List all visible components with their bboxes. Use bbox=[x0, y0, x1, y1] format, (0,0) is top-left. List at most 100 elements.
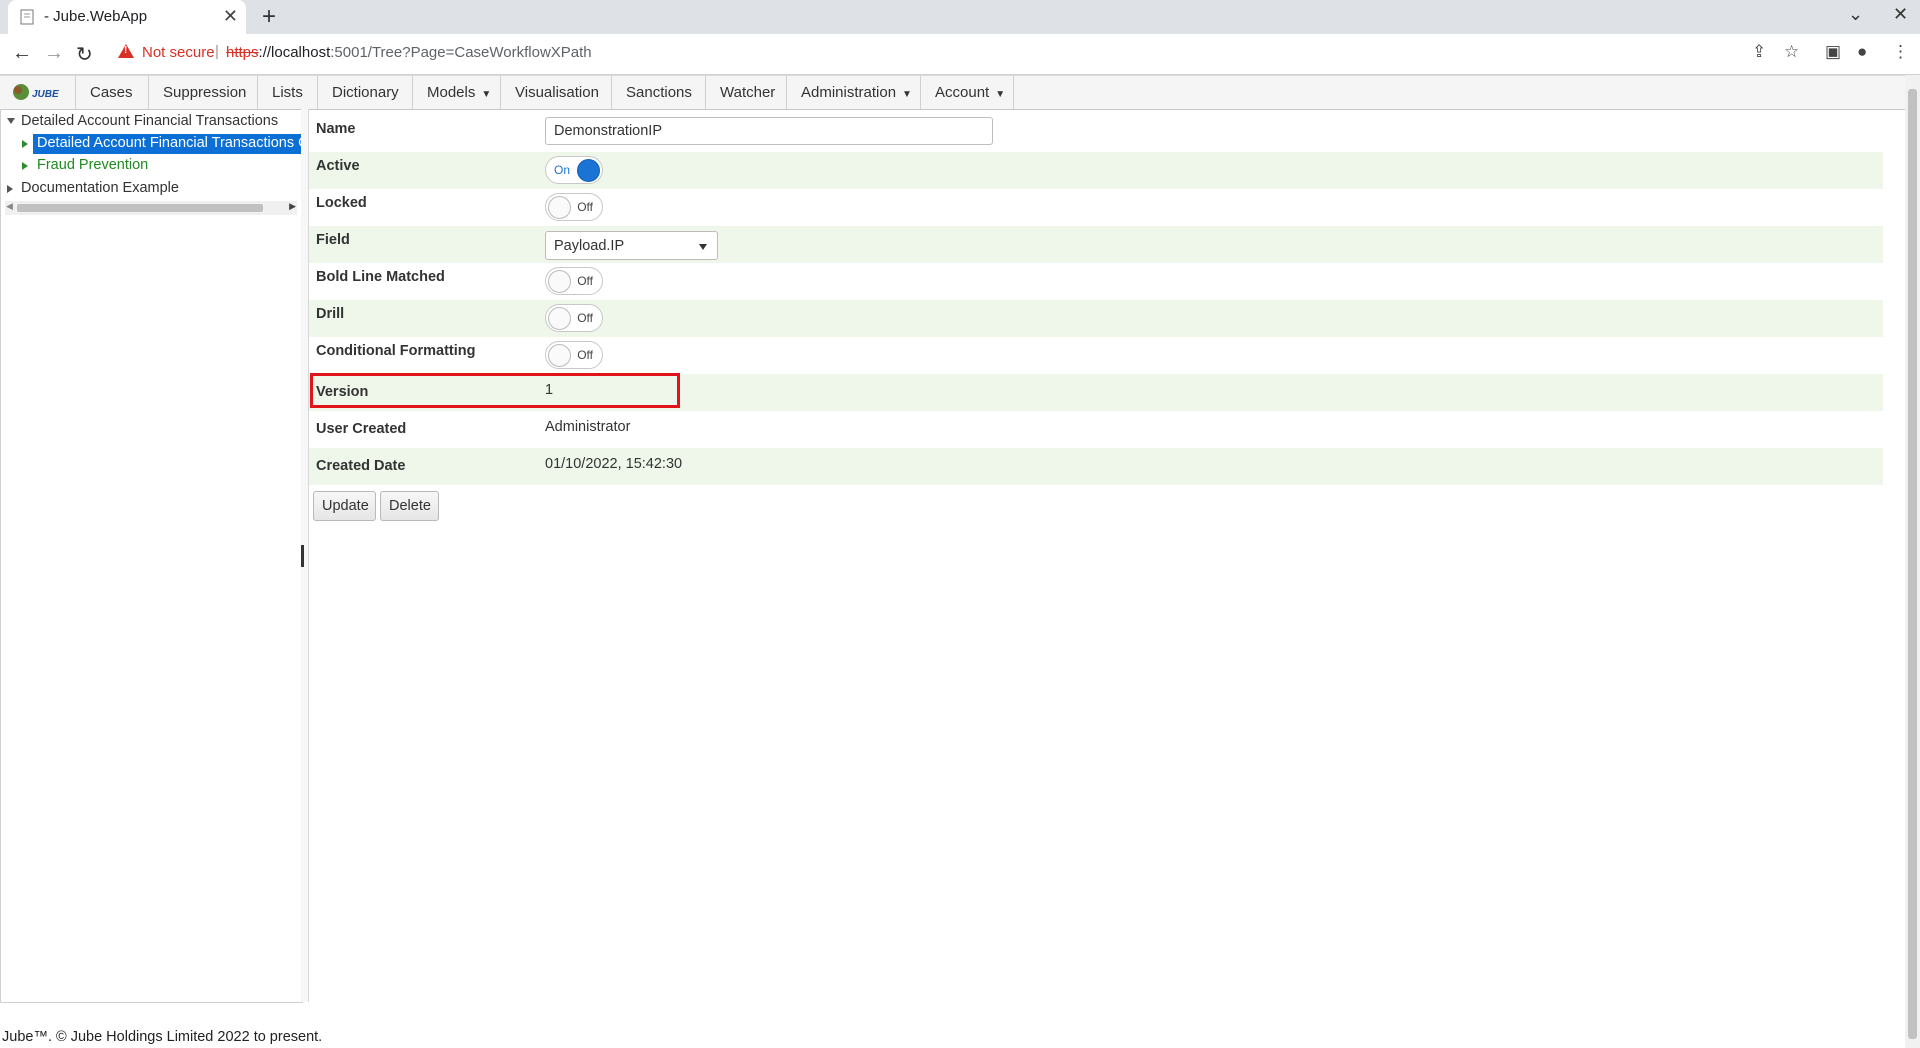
row-locked: Locked Off bbox=[309, 189, 1883, 226]
collapse-arrow-icon[interactable] bbox=[7, 185, 13, 193]
drill-toggle-label: Off bbox=[577, 311, 593, 325]
splitter-grip[interactable] bbox=[301, 545, 304, 567]
toggle-knob bbox=[548, 344, 571, 367]
menu-sanctions-label: Sanctions bbox=[626, 84, 692, 101]
active-toggle[interactable]: On bbox=[545, 156, 603, 184]
dropdown-caret-icon bbox=[699, 244, 707, 250]
menu-cases[interactable]: Cases bbox=[75, 76, 148, 109]
field-select-value: Payload.IP bbox=[554, 238, 625, 254]
browser-tab[interactable]: - Jube.WebApp ✕ bbox=[8, 0, 246, 34]
footer-copyright: Jube™. © Jube Holdings Limited 2022 to p… bbox=[2, 1029, 323, 1045]
bold-toggle-label: Off bbox=[577, 274, 593, 288]
not-secure-label: Not secure bbox=[142, 44, 215, 61]
url-text[interactable]: https://localhost:5001/Tree?Page=CaseWor… bbox=[226, 44, 592, 61]
menu-watcher-label: Watcher bbox=[720, 84, 776, 101]
expand-arrow-icon[interactable] bbox=[7, 118, 15, 124]
menu-account-label: Account bbox=[935, 84, 990, 101]
active-toggle-label: On bbox=[554, 163, 571, 177]
profile-icon[interactable]: ● bbox=[1857, 42, 1867, 62]
menu-dictionary-label: Dictionary bbox=[332, 84, 399, 101]
omnibox[interactable]: Not secure | https://localhost:5001/Tree… bbox=[108, 38, 1758, 70]
warning-icon bbox=[118, 44, 134, 58]
version-highlight-box bbox=[310, 373, 680, 408]
panel-splitter[interactable] bbox=[301, 109, 309, 1002]
forward-icon[interactable]: → bbox=[44, 42, 64, 65]
menu-cases-label: Cases bbox=[90, 84, 133, 101]
jube-logo[interactable]: JUBE bbox=[10, 81, 60, 103]
row-conditional-formatting: Conditional Formatting Off bbox=[309, 337, 1883, 374]
menu-visualisation[interactable]: Visualisation bbox=[500, 76, 611, 109]
row-user-created: User Created Administrator bbox=[309, 411, 1883, 448]
bold-line-matched-toggle[interactable]: Off bbox=[545, 267, 603, 295]
caret-down-icon: ▼ bbox=[995, 89, 1006, 100]
scroll-thumb[interactable] bbox=[17, 204, 263, 212]
menu-lists[interactable]: Lists bbox=[257, 76, 317, 109]
menu-administration-label: Administration bbox=[801, 84, 897, 101]
tree-node-documentation-example[interactable]: Documentation Example bbox=[21, 180, 179, 196]
close-window-icon[interactable]: ✕ bbox=[1893, 4, 1908, 25]
created-date-label: Created Date bbox=[316, 458, 406, 474]
menu-visualisation-label: Visualisation bbox=[515, 84, 599, 101]
toggle-knob bbox=[577, 159, 600, 182]
locked-toggle[interactable]: Off bbox=[545, 193, 603, 221]
page-vertical-scrollbar[interactable] bbox=[1905, 75, 1920, 1048]
menu-models-label: Models bbox=[427, 84, 476, 101]
star-icon[interactable]: ☆ bbox=[1784, 42, 1799, 62]
reload-icon[interactable]: ↻ bbox=[76, 42, 93, 67]
kebab-menu-icon[interactable]: ⋮ bbox=[1892, 42, 1909, 62]
scroll-thumb[interactable] bbox=[1908, 89, 1917, 1039]
row-active: Active On bbox=[309, 152, 1883, 189]
menu-models[interactable]: Models ▼ bbox=[412, 76, 500, 109]
scroll-left-icon[interactable]: ◀ bbox=[6, 201, 13, 212]
menu-administration[interactable]: Administration ▼ bbox=[786, 76, 920, 109]
field-select[interactable]: Payload.IP bbox=[545, 231, 718, 260]
tree-horizontal-scrollbar[interactable]: ◀ ▶ bbox=[5, 201, 297, 215]
conditional-formatting-label: Conditional Formatting bbox=[316, 343, 476, 359]
conditional-formatting-toggle[interactable]: Off bbox=[545, 341, 603, 369]
menu-dictionary[interactable]: Dictionary bbox=[317, 76, 412, 109]
chevron-down-icon[interactable]: ⌄ bbox=[1848, 4, 1863, 25]
menu-account[interactable]: Account ▼ bbox=[920, 76, 1014, 109]
url-scheme: https bbox=[226, 44, 259, 61]
locked-toggle-label: Off bbox=[577, 200, 593, 214]
conditional-toggle-label: Off bbox=[577, 348, 593, 362]
collapse-arrow-icon[interactable] bbox=[22, 140, 28, 148]
toggle-knob bbox=[548, 196, 571, 219]
collapse-arrow-icon[interactable] bbox=[22, 162, 28, 170]
side-panel-icon[interactable]: ▣ bbox=[1825, 42, 1841, 62]
address-bar-row: ← → ↻ Not secure | https://localhost:500… bbox=[0, 34, 1920, 75]
back-icon[interactable]: ← bbox=[12, 42, 32, 65]
menu-lists-label: Lists bbox=[272, 84, 303, 101]
caret-down-icon: ▼ bbox=[902, 89, 912, 100]
bold-line-matched-label: Bold Line Matched bbox=[316, 269, 445, 285]
row-created-date: Created Date 01/10/2022, 15:42:30 bbox=[309, 448, 1883, 485]
row-field: Field Payload.IP bbox=[309, 226, 1883, 263]
tab-title: - Jube.WebApp bbox=[44, 8, 148, 25]
update-button[interactable]: Update bbox=[313, 491, 376, 521]
name-label: Name bbox=[316, 121, 356, 137]
tree-node-root[interactable]: Detailed Account Financial Transactions bbox=[21, 113, 278, 129]
tree-node-selected[interactable]: Detailed Account Financial Transactions … bbox=[37, 135, 309, 151]
tree-node-fraud-prevention[interactable]: Fraud Prevention bbox=[37, 157, 148, 173]
created-date-value: 01/10/2022, 15:42:30 bbox=[545, 456, 683, 472]
separator: | bbox=[215, 43, 219, 60]
row-drill: Drill Off bbox=[309, 300, 1883, 337]
menu-watcher[interactable]: Watcher bbox=[705, 76, 786, 109]
share-icon[interactable]: ⇪ bbox=[1752, 42, 1766, 62]
url-host: ://localhost bbox=[258, 44, 331, 61]
delete-button[interactable]: Delete bbox=[380, 491, 439, 521]
menu-suppression[interactable]: Suppression bbox=[148, 76, 257, 109]
field-label: Field bbox=[316, 232, 350, 248]
toggle-knob bbox=[548, 270, 571, 293]
new-tab-icon[interactable]: + bbox=[262, 3, 276, 31]
name-input[interactable]: DemonstrationIP bbox=[545, 117, 993, 145]
caret-down-icon: ▼ bbox=[481, 89, 492, 100]
active-label: Active bbox=[316, 158, 360, 174]
close-tab-icon[interactable]: ✕ bbox=[223, 6, 238, 27]
url-path: :5001/Tree?Page=CaseWorkflowXPath bbox=[330, 44, 592, 61]
drill-toggle[interactable]: Off bbox=[545, 304, 603, 332]
row-bold-line-matched: Bold Line Matched Off bbox=[309, 263, 1883, 300]
menu-sanctions[interactable]: Sanctions bbox=[611, 76, 705, 109]
browser-tab-strip: - Jube.WebApp ✕ + ⌄ ✕ bbox=[0, 0, 1920, 34]
scroll-right-icon[interactable]: ▶ bbox=[289, 201, 296, 212]
